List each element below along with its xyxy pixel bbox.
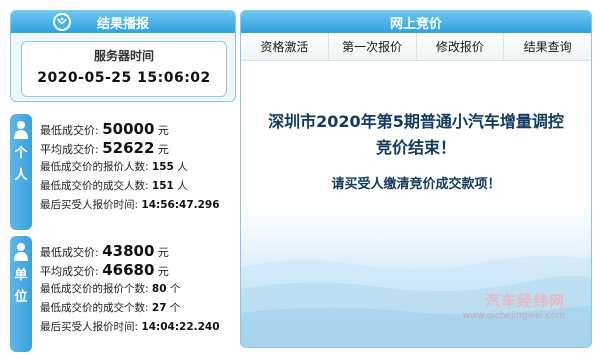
stat-unit: 个 <box>169 302 181 314</box>
unit-avg-price: 平均成交价: 46680 元 <box>40 261 236 280</box>
stat-value: 52622 <box>102 139 155 157</box>
person-icon <box>14 121 28 139</box>
message-title: 深圳市2020年第5期普通小汽车增量调控 <box>268 112 564 131</box>
unit-stats: 最低成交价: 43800 元 平均成交价: 46680 元 最低成交价的报价个数… <box>40 242 236 337</box>
stat-label: 最低成交价的成交人数: <box>40 180 149 192</box>
stat-value: 50000 <box>102 120 155 138</box>
unit-min-price-bidders: 最低成交价的报价个数: 80 个 <box>40 280 236 299</box>
watermark: 汽车经纬网 www.qichejingwei.com <box>463 290 565 321</box>
stat-value: 80 <box>151 283 167 295</box>
online-bidding-tabs: 资格激活 第一次报价 修改报价 结果查询 <box>241 33 591 61</box>
individual-results: 个 人 最低成交价: 50000 元 平均成交价: 52622 元 最低成交价的… <box>10 114 236 230</box>
stat-label: 最低成交价: <box>40 124 99 137</box>
stat-label: 最后买受人报价时间: <box>40 199 139 211</box>
message-status: 竞价结束！ <box>375 138 456 157</box>
unit-tab-char-2: 位 <box>14 290 28 305</box>
server-time-value: 2020-05-25 15:06:02 <box>37 70 211 86</box>
watermark-url: www.qichejingwei.com <box>462 311 565 321</box>
stat-unit: 元 <box>157 246 169 259</box>
stat-value: 27 <box>151 302 167 314</box>
unit-min-price: 最低成交价: 43800 元 <box>40 242 236 261</box>
server-time-box: 服务器时间 2020-05-25 15:06:02 <box>21 41 227 97</box>
stat-label: 平均成交价: <box>40 265 99 278</box>
online-bidding-panel: 网上竞价 资格激活 第一次报价 修改报价 结果查询 深圳市2020年第5期普通小… <box>240 10 592 348</box>
stat-value: 14:56:47.296 <box>141 199 220 211</box>
individual-min-price-bidders: 最低成交价的报价人数: 155 人 <box>40 158 236 177</box>
result-broadcast-title: 结果播报 <box>96 16 149 32</box>
unit-min-price-winners: 最低成交价的成交个数: 27 个 <box>40 299 236 318</box>
unit-last-bid-time: 最后买受人报价时间: 14:04:22.240 <box>40 318 236 337</box>
individual-min-price: 最低成交价: 50000 元 <box>40 120 236 139</box>
server-time-label: 服务器时间 <box>93 49 154 63</box>
auction-result-message: 深圳市2020年第5期普通小汽车增量调控 竞价结束！ 请买受人缴清竞价成交款项！ <box>241 109 591 192</box>
stat-value: 155 <box>151 161 174 173</box>
stat-label: 最后买受人报价时间: <box>40 321 139 333</box>
stat-unit: 元 <box>157 143 169 156</box>
stat-unit: 元 <box>157 265 169 278</box>
individual-tab-char-2: 人 <box>14 168 28 183</box>
stat-unit: 人 <box>177 180 188 192</box>
stat-value: 46680 <box>102 261 155 279</box>
stat-label: 最低成交价的成交个数: <box>40 302 149 314</box>
result-broadcast-header: 结果播报 <box>11 11 235 33</box>
unit-tab-char-1: 单 <box>14 268 28 283</box>
individual-tab-char-1: 个 <box>14 146 28 161</box>
stat-unit: 个 <box>169 283 181 295</box>
message-instruction: 请买受人缴清竞价成交款项！ <box>331 177 501 192</box>
stat-unit: 人 <box>177 161 188 173</box>
stat-label: 最低成交价的报价个数: <box>40 283 149 295</box>
stat-value: 14:04:22.240 <box>141 321 220 333</box>
individual-min-price-winners: 最低成交价的成交人数: 151 人 <box>40 177 236 196</box>
individual-stats: 最低成交价: 50000 元 平均成交价: 52622 元 最低成交价的报价人数… <box>40 120 236 215</box>
left-panel: 结果播报 服务器时间 2020-05-25 15:06:02 个 人 最低成交价… <box>10 10 236 352</box>
unit-results: 单 位 最低成交价: 43800 元 平均成交价: 46680 元 最低成交价的… <box>10 236 236 352</box>
stat-label: 平均成交价: <box>40 143 99 156</box>
tab-modify-bid[interactable]: 修改报价 <box>416 33 505 60</box>
stat-unit: 元 <box>157 124 169 137</box>
stat-value: 43800 <box>102 242 155 260</box>
logo-icon <box>53 13 71 31</box>
online-bidding-header: 网上竞价 <box>241 11 591 33</box>
stat-label: 最低成交价: <box>40 246 99 259</box>
tab-first-bid[interactable]: 第一次报价 <box>328 33 417 60</box>
stat-value: 151 <box>151 180 174 192</box>
individual-avg-price: 平均成交价: 52622 元 <box>40 139 236 158</box>
individual-last-bid-time: 最后买受人报价时间: 14:56:47.296 <box>40 196 236 215</box>
tab-result-query[interactable]: 结果查询 <box>504 33 591 60</box>
tab-qualification-activation[interactable]: 资格激活 <box>241 33 329 60</box>
individual-tab: 个 人 <box>10 114 32 230</box>
watermark-brand: 汽车经纬网 <box>484 292 565 310</box>
person-icon <box>14 243 28 261</box>
result-broadcast-panel: 结果播报 服务器时间 2020-05-25 15:06:02 <box>10 10 236 102</box>
stat-label: 最低成交价的报价人数: <box>40 161 149 173</box>
unit-tab: 单 位 <box>10 236 32 352</box>
